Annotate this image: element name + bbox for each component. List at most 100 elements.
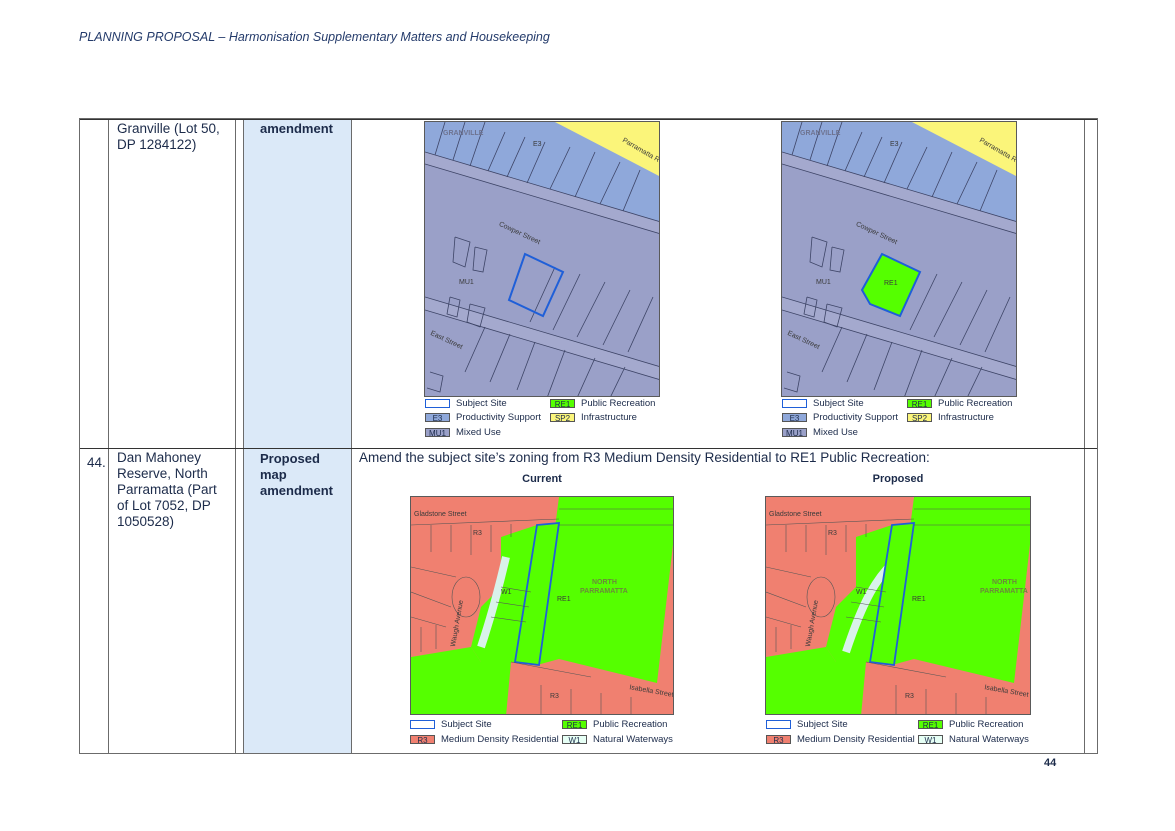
map-label-north: NORTH: [992, 579, 1017, 586]
legend-text: Productivity Support: [456, 412, 542, 423]
re1-swatch: RE1: [907, 399, 932, 409]
map-label-r3: R3: [828, 530, 837, 537]
dan-mahoney-proposed-map: Gladstone Street R3 W1 RE1 NORTH PARRAMA…: [765, 496, 1031, 715]
legend-text: Public Recreation: [949, 719, 1024, 730]
map-label-parramatta: PARRAMATTA: [580, 588, 628, 595]
legend-text: Productivity Support: [813, 412, 899, 423]
legend-text: Public Recreation: [593, 719, 668, 730]
w1-swatch: W1: [562, 735, 587, 745]
re1-swatch: RE1: [550, 399, 575, 409]
subject-site-swatch: [766, 720, 791, 729]
site-line: Granville (Lot 50,: [117, 121, 220, 136]
map-label-r3: R3: [905, 693, 914, 700]
map-label-w1: W1: [856, 589, 867, 596]
legend-subject-site: Subject Site: [425, 398, 507, 409]
legend-e3: E3 Productivity Support: [425, 412, 541, 423]
legend-text: Medium Density Residential: [441, 734, 559, 745]
map-label-w1: W1: [501, 589, 512, 596]
granville-current-map: GRANVILLE E3 Parramatta R Cowper Street …: [424, 121, 660, 397]
legend-text: Subject Site: [797, 719, 848, 730]
legend-text: Mixed Use: [456, 427, 501, 438]
site-line: of Lot 7052, DP: [117, 498, 211, 513]
legend-re1: RE1 Public Recreation: [918, 719, 1023, 730]
map-label-r3: R3: [473, 530, 482, 537]
map-label-e3: E3: [890, 141, 899, 148]
col-divider: [351, 119, 352, 753]
page-header-title: PLANNING PROPOSAL – Harmonisation Supple…: [79, 30, 550, 44]
legend-re1: RE1 Public Recreation: [550, 398, 655, 409]
legend-subject-site: Subject Site: [782, 398, 864, 409]
legend-subject-site: Subject Site: [410, 719, 492, 730]
legend-w1: W1 Natural Waterways: [562, 734, 673, 745]
map-label-e3: E3: [533, 141, 542, 148]
map-label-mu1: MU1: [816, 279, 831, 286]
legend-text: Natural Waterways: [593, 734, 673, 745]
site-line: Dan Mahoney: [117, 450, 202, 465]
legend-text: Public Recreation: [581, 398, 656, 409]
map-label-granville: GRANVILLE: [800, 130, 841, 137]
subject-site-swatch: [782, 399, 807, 408]
legend-sp2: SP2 Infrastructure: [907, 412, 994, 423]
site-line: DP 1284122): [117, 137, 197, 152]
r3-swatch: R3: [410, 735, 435, 745]
map-label-gladstone: Gladstone Street: [769, 511, 822, 518]
legend-text: Infrastructure: [938, 412, 994, 423]
legend-text: Infrastructure: [581, 412, 637, 423]
col-divider: [1084, 119, 1085, 753]
legend-text: Mixed Use: [813, 427, 858, 438]
legend-w1: W1 Natural Waterways: [918, 734, 1029, 745]
caption-current: Current: [522, 473, 562, 485]
e3-swatch: E3: [425, 413, 450, 423]
re1-swatch: RE1: [918, 720, 943, 730]
site-line: Parramatta (Part: [117, 482, 217, 497]
map-label-granville: GRANVILLE: [443, 130, 484, 137]
sp2-swatch: SP2: [550, 413, 575, 423]
subject-site-swatch: [425, 399, 450, 408]
row2-number: 44.: [87, 455, 106, 470]
map-label-mu1: MU1: [459, 279, 474, 286]
map-label-re1: RE1: [557, 596, 571, 603]
legend-re1: RE1 Public Recreation: [907, 398, 1012, 409]
granville-proposed-map: GRANVILLE E3 Parramatta R Cowper Street …: [781, 121, 1017, 397]
type-line: map: [260, 467, 287, 482]
r3-swatch: R3: [766, 735, 791, 745]
type-line: amendment: [260, 121, 333, 136]
subject-site-swatch: [410, 720, 435, 729]
row1-type: amendment: [260, 121, 333, 137]
col-divider: [235, 119, 236, 753]
site-line: Reserve, North: [117, 466, 208, 481]
type-column-shading: [244, 119, 351, 753]
legend-r3: R3 Medium Density Residential: [410, 734, 559, 745]
legend-text: Subject Site: [813, 398, 864, 409]
map-label-parramatta: PARRAMATTA: [980, 588, 1028, 595]
caption-proposed: Proposed: [872, 473, 924, 485]
sp2-swatch: SP2: [907, 413, 932, 423]
map-label-re1: RE1: [884, 280, 898, 287]
type-line: Proposed: [260, 451, 320, 466]
legend-sp2: SP2 Infrastructure: [550, 412, 637, 423]
w1-swatch: W1: [918, 735, 943, 745]
legend-e3: E3 Productivity Support: [782, 412, 898, 423]
col-divider: [108, 119, 109, 753]
row2-type: Proposed map amendment: [260, 451, 333, 499]
e3-swatch: E3: [782, 413, 807, 423]
row1-site: Granville (Lot 50, DP 1284122): [117, 121, 220, 153]
legend-subject-site: Subject Site: [766, 719, 848, 730]
map-label-re1: RE1: [912, 596, 926, 603]
legend-text: Medium Density Residential: [797, 734, 915, 745]
page-number: 44: [1044, 757, 1057, 769]
col-divider: [243, 119, 244, 753]
type-line: amendment: [260, 483, 333, 498]
site-line: 1050528): [117, 514, 175, 529]
legend-text: Natural Waterways: [949, 734, 1029, 745]
re1-swatch: RE1: [562, 720, 587, 730]
legend-re1: RE1 Public Recreation: [562, 719, 667, 730]
legend-mu1: MU1 Mixed Use: [425, 427, 501, 438]
row-divider: [80, 119, 1097, 120]
mu1-swatch: MU1: [425, 428, 450, 438]
row2-site: Dan Mahoney Reserve, North Parramatta (P…: [117, 450, 217, 530]
dan-mahoney-current-map: Gladstone Street R3 W1 RE1 NORTH PARRAMA…: [410, 496, 674, 715]
legend-r3: R3 Medium Density Residential: [766, 734, 915, 745]
map-label-gladstone: Gladstone Street: [414, 511, 467, 518]
legend-text: Subject Site: [456, 398, 507, 409]
